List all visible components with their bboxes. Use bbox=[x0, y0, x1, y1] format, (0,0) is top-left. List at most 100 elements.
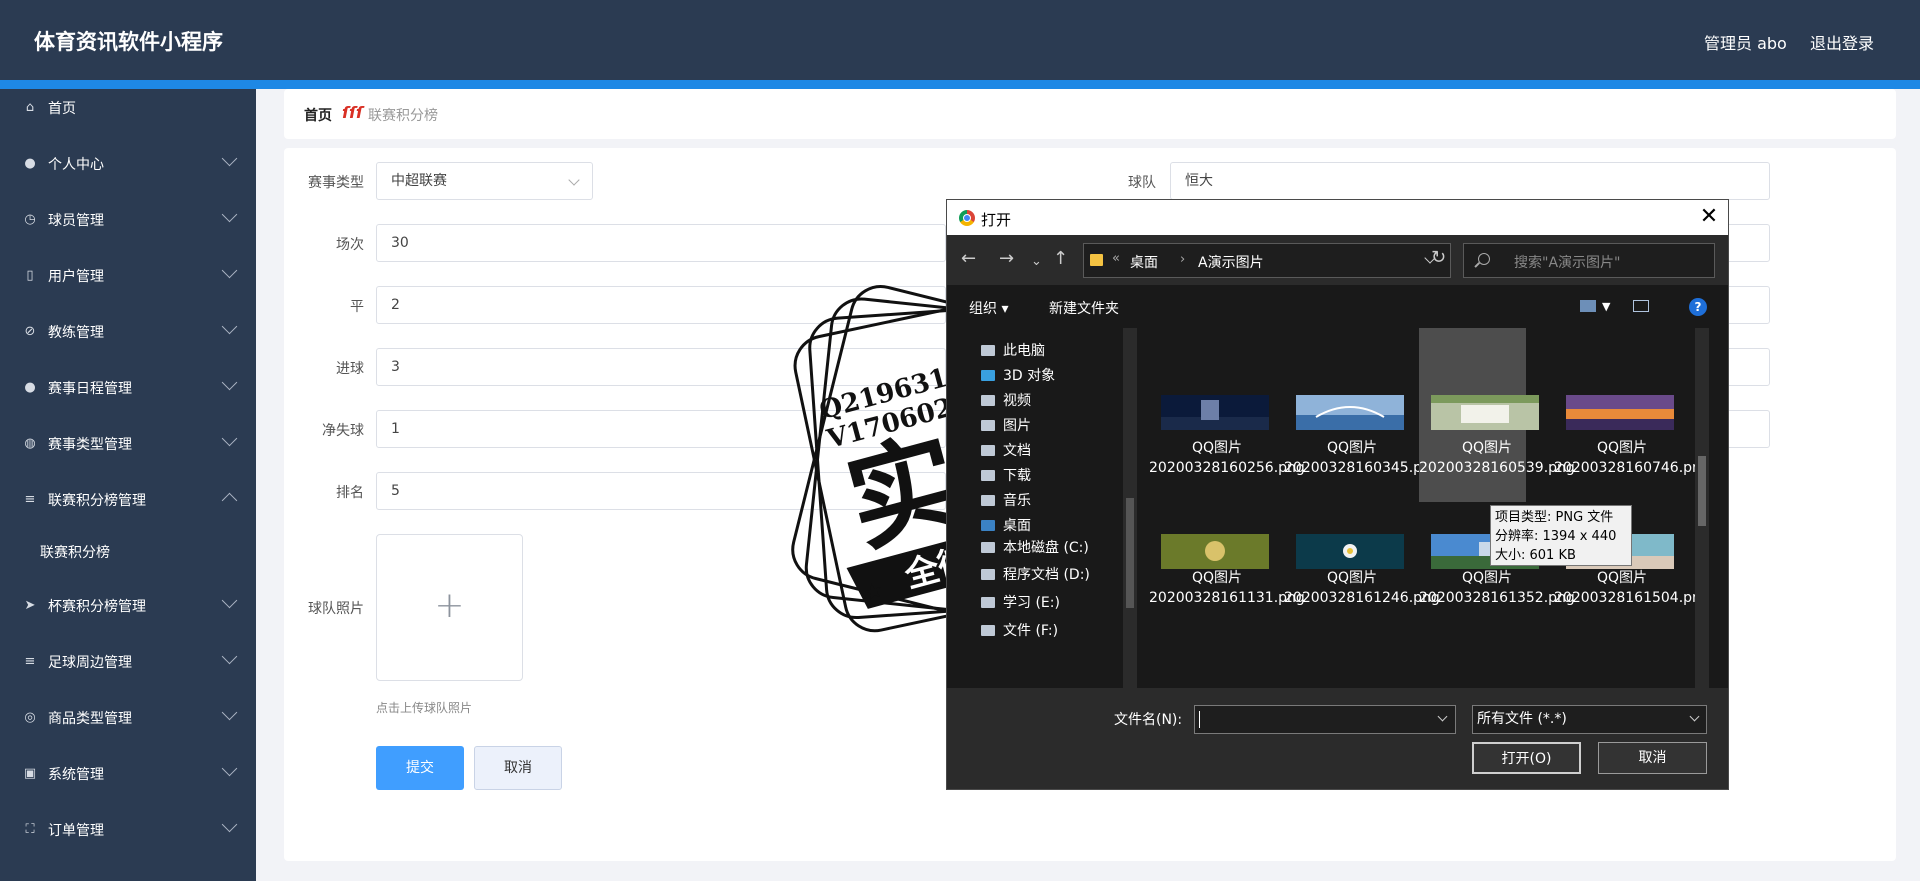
rounds-label: 场次 bbox=[336, 237, 364, 253]
team-input[interactable]: 恒大 bbox=[1170, 162, 1770, 200]
file-tile[interactable]: QQ图片 20200328160539.png bbox=[1419, 328, 1575, 502]
sidebar-item-label: 商品类型管理 bbox=[48, 711, 132, 727]
filetype-select[interactable]: 所有文件 (*.*) bbox=[1472, 705, 1707, 734]
chevron-down-icon[interactable] bbox=[1437, 711, 1448, 722]
tree-item-drive-f[interactable]: 文件 (F:) bbox=[981, 620, 1058, 640]
sidebar-item-users[interactable]: ▯ 用户管理 bbox=[0, 257, 256, 297]
sidebar-item-cup-standings[interactable]: ➤ 杯赛积分榜管理 bbox=[0, 587, 256, 627]
chevron-down-icon[interactable]: ▼ bbox=[1602, 300, 1610, 313]
file-name: QQ图片 20200328160746.png bbox=[1554, 440, 1710, 476]
goals-input[interactable]: 3 bbox=[376, 348, 946, 386]
sidebar-item-football-merch[interactable]: ≡ 足球周边管理 bbox=[0, 643, 256, 683]
address-segment-desktop[interactable]: 桌面 bbox=[1130, 252, 1158, 272]
text-caret bbox=[1199, 711, 1200, 728]
chevron-down-icon bbox=[221, 816, 238, 833]
tree-item-drive-c[interactable]: 本地磁盘 (C:) bbox=[981, 537, 1089, 557]
organize-button[interactable]: 组织 ▾ bbox=[969, 298, 1008, 318]
sidebar-item-personal-center[interactable]: ● 个人中心 bbox=[0, 145, 256, 185]
logout-link[interactable]: 退出登录 bbox=[1810, 30, 1874, 54]
file-tile[interactable]: QQ图片 20200328160256.png bbox=[1149, 328, 1305, 502]
tree-item-documents[interactable]: 文档 bbox=[981, 440, 1031, 460]
help-icon[interactable]: ? bbox=[1689, 298, 1707, 316]
view-mode-icon[interactable] bbox=[1580, 300, 1596, 312]
filename-label: 文件名(N): bbox=[1114, 712, 1183, 728]
chevron-down-icon bbox=[221, 648, 238, 665]
breadcrumb-home[interactable]: 首页 bbox=[304, 105, 332, 125]
submit-button[interactable]: 提交 bbox=[376, 746, 464, 790]
dialog-navbar: ← → ⌄ ↑ « 桌面 › A演示图片 ↻ 搜索"A演示图片" bbox=[947, 235, 1728, 285]
file-name: QQ图片 20200328160539.png bbox=[1419, 440, 1575, 476]
chevron-down-icon bbox=[221, 262, 238, 279]
cancel-button[interactable]: 取消 bbox=[474, 746, 562, 790]
sidebar-item-players[interactable]: ◷ 球员管理 bbox=[0, 201, 256, 241]
up-arrow-icon[interactable]: ↑ bbox=[1053, 249, 1068, 269]
filename-input[interactable] bbox=[1194, 705, 1456, 734]
tree-item-music[interactable]: 音乐 bbox=[981, 490, 1031, 510]
sidebar-item-coaches[interactable]: ⊘ 教练管理 bbox=[0, 313, 256, 353]
drive-icon bbox=[981, 542, 995, 553]
goal-diff-input[interactable]: 1 bbox=[376, 410, 946, 448]
search-input[interactable]: 搜索"A演示图片" bbox=[1463, 243, 1715, 278]
tree-item-3d-objects[interactable]: 3D 对象 bbox=[981, 365, 1055, 385]
file-scrollbar-thumb[interactable] bbox=[1698, 456, 1706, 526]
refresh-icon[interactable]: ↻ bbox=[1431, 248, 1446, 268]
tree-item-drive-d[interactable]: 程序文档 (D:) bbox=[981, 564, 1090, 584]
address-prefix: « bbox=[1112, 251, 1120, 266]
sidebar-item-label: 用户管理 bbox=[48, 269, 104, 285]
sidebar-item-league-standings[interactable]: ≡ 联赛积分榜管理 bbox=[0, 481, 256, 521]
briefcase-icon: ▣ bbox=[23, 766, 37, 781]
tree-item-downloads[interactable]: 下载 bbox=[981, 465, 1031, 485]
nav-scrollbar[interactable] bbox=[1123, 328, 1137, 688]
sidebar-item-label: 杯赛积分榜管理 bbox=[48, 599, 146, 615]
sidebar-item-label: 首页 bbox=[48, 101, 76, 117]
tree-item-this-pc[interactable]: 此电脑 bbox=[981, 340, 1045, 360]
dialog-cancel-button[interactable]: 取消 bbox=[1598, 742, 1707, 774]
tree-item-videos[interactable]: 视频 bbox=[981, 390, 1031, 410]
chevron-down-icon bbox=[1689, 711, 1700, 722]
draw-label: 平 bbox=[350, 299, 364, 315]
video-icon bbox=[981, 395, 995, 406]
rank-input[interactable]: 5 bbox=[376, 472, 946, 510]
sidebar-item-home[interactable]: ⌂ 首页 bbox=[0, 89, 256, 129]
address-segment-folder[interactable]: A演示图片 bbox=[1198, 252, 1264, 272]
sidebar-item-product-types[interactable]: ◎ 商品类型管理 bbox=[0, 699, 256, 739]
recent-chevron-icon[interactable]: ⌄ bbox=[1031, 252, 1042, 272]
nav-scrollbar-thumb[interactable] bbox=[1126, 498, 1134, 608]
sidebar-item-label: 个人中心 bbox=[48, 157, 104, 173]
sidebar-item-schedule[interactable]: ● 赛事日程管理 bbox=[0, 369, 256, 409]
sidebar-item-match-types[interactable]: ◍ 赛事类型管理 bbox=[0, 425, 256, 465]
back-arrow-icon[interactable]: ← bbox=[961, 249, 976, 269]
preview-pane-icon[interactable] bbox=[1633, 300, 1649, 312]
file-name: QQ图片 20200328160345.png bbox=[1284, 440, 1440, 476]
draw-input[interactable]: 2 bbox=[376, 286, 946, 324]
team-photo-uploader[interactable]: + bbox=[376, 534, 523, 681]
tooltip-type: 项目类型: PNG 文件 bbox=[1495, 510, 1614, 525]
list-icon: ≡ bbox=[24, 654, 36, 669]
compass-icon: ◎ bbox=[24, 710, 36, 725]
file-tile[interactable]: QQ图片 20200328161131.png bbox=[1149, 514, 1305, 688]
sidebar-item-system[interactable]: ▣ 系统管理 bbox=[0, 755, 256, 795]
send-icon: ➤ bbox=[24, 598, 36, 613]
fullscreen-icon: ⛶ bbox=[25, 822, 35, 837]
sidebar-subitem-league-standings[interactable]: 联赛积分榜 bbox=[0, 533, 256, 569]
file-tile[interactable]: QQ图片 20200328160345.png bbox=[1284, 328, 1440, 502]
rank-label: 排名 bbox=[336, 485, 364, 501]
sidebar-item-orders[interactable]: ⛶ 订单管理 bbox=[0, 811, 256, 851]
file-scrollbar[interactable] bbox=[1695, 328, 1709, 688]
open-button[interactable]: 打开(O) bbox=[1472, 742, 1581, 774]
tree-item-drive-e[interactable]: 学习 (E:) bbox=[981, 592, 1060, 612]
team-photo-label: 球队照片 bbox=[308, 601, 364, 617]
file-tile[interactable]: QQ图片 20200328161246.png bbox=[1284, 514, 1440, 688]
match-type-label: 赛事类型 bbox=[308, 175, 364, 191]
tree-item-desktop[interactable]: 桌面 bbox=[981, 515, 1031, 535]
file-tile[interactable]: QQ图片 20200328160746.png bbox=[1554, 328, 1710, 502]
sidebar-item-label: 联赛积分榜管理 bbox=[48, 493, 146, 509]
address-bar[interactable]: « 桌面 › A演示图片 bbox=[1083, 243, 1451, 278]
user-label: 管理员 abo bbox=[1704, 34, 1787, 53]
rounds-input[interactable]: 30 bbox=[376, 224, 946, 262]
close-icon[interactable]: ✕ bbox=[1695, 203, 1723, 231]
match-type-select[interactable]: 中超联赛 bbox=[376, 162, 593, 200]
forward-arrow-icon[interactable]: → bbox=[999, 249, 1014, 269]
tree-item-pictures[interactable]: 图片 bbox=[981, 415, 1031, 435]
new-folder-button[interactable]: 新建文件夹 bbox=[1049, 298, 1119, 318]
